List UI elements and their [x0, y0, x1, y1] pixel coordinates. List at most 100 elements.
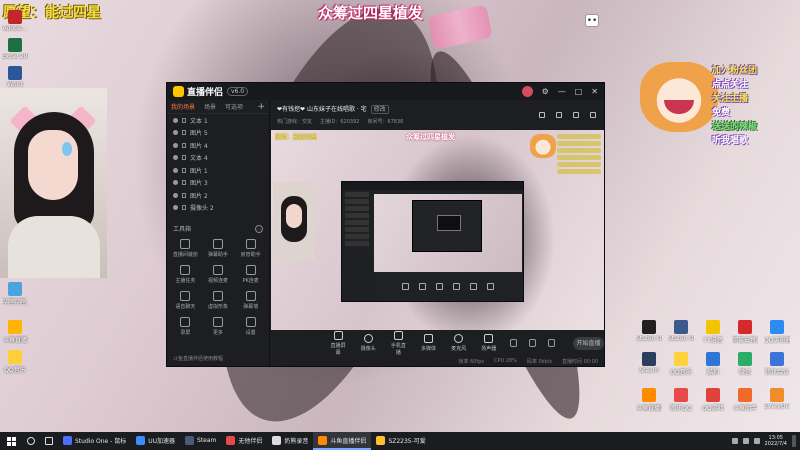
lock-icon[interactable] — [182, 117, 186, 123]
eye-icon[interactable] — [173, 205, 178, 211]
lock-icon[interactable] — [182, 142, 186, 148]
user-avatar[interactable] — [521, 86, 533, 97]
ime-icon[interactable] — [753, 438, 760, 444]
desktop-icon[interactable]: Studio One Pro — [668, 320, 694, 342]
eye-icon[interactable] — [173, 142, 178, 148]
desktop-icon[interactable]: Adobe... — [2, 10, 28, 32]
clip-icon[interactable] — [528, 339, 536, 347]
eye-icon[interactable] — [173, 167, 178, 173]
tool-wall[interactable]: 弹幕墙 — [234, 291, 267, 310]
source-item[interactable]: 图片 1 — [167, 164, 269, 177]
stream-preview[interactable]: 愿望：能过四星 众筹过四星植发 — [271, 130, 604, 330]
desktop-icon[interactable]: Everything — [764, 388, 790, 410]
taskbar-item[interactable]: UU加速器 — [131, 432, 180, 450]
layout-icon[interactable] — [556, 112, 562, 118]
app-titlebar[interactable]: 直播伴侣 v6.0 ⚙ — □ ✕ — [167, 83, 604, 100]
minimize-button[interactable]: — — [558, 87, 566, 96]
go-live-button[interactable]: 开始直播 — [572, 336, 604, 350]
source-item[interactable]: 图片 4 — [167, 139, 269, 152]
microphone-button[interactable]: 麦克风 — [450, 334, 468, 352]
close-button[interactable]: ✕ — [591, 87, 598, 96]
taskbar-item[interactable]: 奶熊录音 — [267, 432, 313, 450]
tutorial-link[interactable]: 斗鱼直播伴侣使用教程 — [173, 355, 223, 362]
mobile-live-button[interactable]: 手机直播 — [389, 330, 407, 356]
desktop-icon[interactable]: 微信 — [732, 352, 758, 376]
task-view-button[interactable] — [40, 432, 58, 450]
eye-icon[interactable] — [173, 192, 178, 198]
tab-scenes[interactable]: 场景 — [204, 102, 216, 111]
camera-button[interactable]: 摄像头 — [359, 334, 377, 352]
tool-pk[interactable]: PK连麦 — [234, 265, 267, 284]
desktop-icon[interactable]: 酷狗 — [700, 352, 726, 376]
maximize-button[interactable]: □ — [575, 87, 583, 96]
chat-bubble-icon[interactable]: •• — [585, 14, 599, 27]
clock[interactable]: 13:05 2022/7/4 — [765, 435, 787, 447]
desktop-icon[interactable]: Word — [2, 66, 28, 88]
desktop-icon[interactable]: 网易云音乐 — [732, 320, 758, 344]
desktop-icon[interactable]: QQ浏览器 — [764, 320, 790, 344]
config-icon[interactable] — [547, 339, 555, 347]
desktop-icon[interactable]: QQ音乐 — [668, 352, 694, 376]
desktop-icon[interactable]: 斗鱼直播 — [2, 320, 28, 344]
source-item[interactable]: 图片 5 — [167, 127, 269, 140]
tool-video-link[interactable]: 视频连麦 — [202, 265, 235, 284]
tool-more[interactable]: 更多 — [202, 317, 235, 336]
desktop-icon[interactable]: 斗鱼助手 — [732, 388, 758, 412]
eye-icon[interactable] — [173, 180, 178, 186]
source-item[interactable]: 图片 3 — [167, 177, 269, 190]
eye-icon[interactable] — [173, 130, 178, 136]
desktop-icon[interactable]: 腾讯会议 — [764, 352, 790, 376]
live-companion-window[interactable]: 直播伴侣 v6.0 ⚙ — □ ✕ 我的场景 场景 可选项 + 文本 1 图片 … — [166, 82, 605, 367]
search-button[interactable] — [22, 432, 40, 450]
start-button[interactable] — [0, 432, 22, 450]
desktop-icon[interactable]: QQ游戏 — [700, 388, 726, 412]
tool-settings[interactable]: 设置 — [234, 317, 267, 336]
tool-danmaku[interactable]: 弹幕助手 — [202, 239, 235, 258]
desktop-icon[interactable]: 腾讯QQ — [668, 388, 694, 412]
eye-icon[interactable] — [173, 155, 178, 161]
source-item[interactable]: 图片 2 — [167, 189, 269, 202]
tool-record[interactable]: 录屏 — [169, 317, 202, 336]
lock-icon[interactable] — [182, 130, 186, 136]
screen-capture-button[interactable]: 直播屏幕 — [329, 330, 347, 356]
taskbar-item[interactable]: SZ2235-可爱 — [371, 432, 430, 450]
network-icon[interactable] — [731, 438, 738, 444]
taskbar-item[interactable]: Studio One - 鼠标 — [58, 432, 131, 450]
share-icon[interactable] — [539, 112, 545, 118]
desktop-icon[interactable]: QQ音乐 — [2, 350, 28, 374]
lock-icon[interactable] — [573, 112, 579, 118]
source-item[interactable]: 文本 1 — [167, 114, 269, 127]
tool-decor[interactable]: 直播间装扮 — [169, 239, 202, 258]
tab-options[interactable]: 可选项 — [225, 102, 243, 111]
desktop-icon[interactable]: Studio One — [636, 320, 662, 342]
edit-title-button[interactable]: 修改 — [370, 105, 389, 114]
speaker-button[interactable]: 扬声器 — [480, 334, 498, 352]
volume-icon[interactable] — [742, 438, 749, 444]
taskbar-item-active[interactable]: 斗鱼直播伴侣 — [313, 432, 372, 450]
tool-moderator[interactable]: 房管助手 — [234, 239, 267, 258]
source-item[interactable]: 文本 4 — [167, 152, 269, 165]
lock-icon[interactable] — [182, 167, 186, 173]
record-toggle-icon[interactable] — [509, 339, 517, 347]
tool-avatar[interactable]: 虚拟形象 — [202, 291, 235, 310]
tool-voice[interactable]: 语音聊天 — [169, 291, 202, 310]
tab-my-scenes[interactable]: 我的场景 — [171, 102, 195, 111]
source-item[interactable]: 摄像头 2 — [167, 202, 269, 215]
desktop-icon[interactable]: 斗鱼直播伴侣 — [636, 388, 662, 412]
desktop-icon[interactable]: YY语音 — [700, 320, 726, 344]
eye-icon[interactable] — [173, 117, 178, 123]
settings-button[interactable]: ⚙ — [542, 87, 549, 96]
media-button[interactable]: 多媒体 — [419, 334, 437, 352]
show-desktop-button[interactable] — [792, 435, 796, 447]
lock-icon[interactable] — [182, 192, 186, 198]
lock-icon[interactable] — [182, 205, 186, 211]
desktop-icon[interactable]: Steam — [636, 352, 662, 374]
taskbar-item[interactable]: 无他伴侣 — [221, 432, 267, 450]
desktop-icon[interactable]: Excel 2016 — [2, 38, 28, 60]
lock-icon[interactable] — [182, 155, 186, 161]
desktop-icon[interactable]: 哔哩哔哩... — [2, 282, 28, 306]
tool-tasks[interactable]: 主播任务 — [169, 265, 202, 284]
more-tools-button[interactable]: … — [255, 224, 263, 233]
add-tab-button[interactable]: + — [257, 102, 265, 112]
more-icon[interactable] — [590, 112, 596, 118]
